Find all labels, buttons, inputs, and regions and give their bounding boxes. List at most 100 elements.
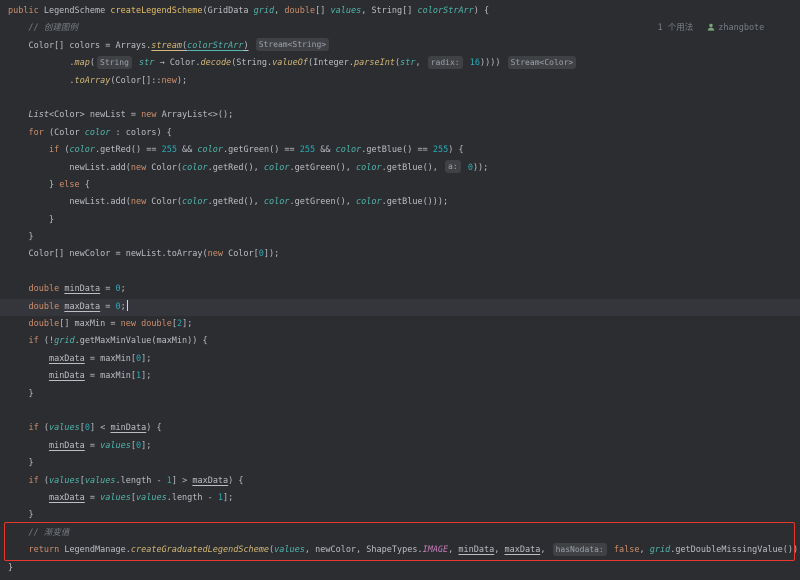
code-token: toArray	[75, 76, 111, 86]
code-token: }	[8, 563, 13, 573]
code-token: .getGreen(),	[290, 163, 357, 173]
code-token: if	[28, 476, 38, 486]
code-token: ,	[540, 545, 550, 555]
code-token: str	[400, 58, 415, 68]
code-line[interactable]: }	[0, 212, 800, 229]
code-line[interactable]: maxData = values[values.length - 1];	[0, 490, 800, 507]
code-token: .getBlue(),	[382, 163, 443, 173]
code-line[interactable]: if (color.getRed() == 255 && color.getGr…	[0, 142, 800, 159]
code-token: []	[315, 6, 330, 16]
code-token: ];	[141, 441, 151, 451]
code-token: createLegendScheme	[110, 6, 202, 16]
code-line[interactable]: }	[0, 229, 800, 246]
code-line[interactable]: minData = maxMin[1];	[0, 368, 800, 385]
code-token: ,	[415, 58, 425, 68]
code-token: List	[28, 110, 48, 120]
code-token: }	[8, 510, 34, 520]
code-line[interactable]	[0, 403, 800, 420]
code-token: ,	[448, 545, 458, 555]
code-line[interactable]: }	[0, 455, 800, 472]
usages-count-hint[interactable]: 1 个用法	[657, 23, 693, 33]
inlay-hint-chip: hasNodata:	[553, 543, 607, 556]
code-token: color	[356, 197, 382, 207]
code-line[interactable]: List<Color> newList = new ArrayList<>();	[0, 107, 800, 124]
code-token: double	[141, 319, 172, 329]
code-token: ) {	[228, 476, 243, 486]
code-line[interactable]: double maxData = 0;	[0, 299, 800, 316]
code-token: values	[274, 545, 305, 555]
code-token: , String[]	[361, 6, 417, 16]
code-line[interactable]: }	[0, 507, 800, 524]
code-line[interactable]: .toArray(Color[]::new);	[0, 73, 800, 90]
code-token: new	[131, 163, 146, 173]
code-token: 255	[162, 145, 177, 155]
code-token: = maxMin[	[85, 371, 136, 381]
code-token: values	[136, 493, 167, 503]
code-token: .getMaxMinValue(maxMin)) {	[75, 336, 208, 346]
code-line[interactable]: minData = values[0];	[0, 438, 800, 455]
code-token: values	[330, 6, 361, 16]
code-token: .getGreen() ==	[223, 145, 300, 155]
code-token: IMAGE	[423, 545, 449, 555]
code-token: → Color.	[154, 58, 200, 68]
inlay-hint-chip: Stream<String>	[256, 38, 329, 51]
code-token: maxData	[49, 493, 85, 503]
code-token: ] >	[172, 476, 192, 486]
code-token: for	[28, 128, 43, 138]
code-line[interactable]: newList.add(new Color(color.getRed(), co…	[0, 160, 800, 177]
inlay-hint-chip: radix:	[428, 56, 463, 69]
code-line[interactable]	[0, 264, 800, 281]
code-line[interactable]: .map(String str → Color.decode(String.va…	[0, 55, 800, 72]
code-editor[interactable]: 1 个用法zhangbote public LegendScheme creat…	[0, 0, 800, 580]
code-line[interactable]: double[] maxMin = new double[2];	[0, 316, 800, 333]
code-line[interactable]: // 渐变值	[0, 525, 800, 542]
code-token: colorStrArr	[418, 6, 474, 16]
code-token: return	[28, 545, 59, 555]
code-token: grid	[254, 6, 274, 16]
code-line[interactable]: double minData = 0;	[0, 281, 800, 298]
code-token	[8, 354, 49, 364]
code-line[interactable]: }	[0, 386, 800, 403]
code-token: values	[49, 423, 80, 433]
author-attribution[interactable]: zhangbote	[707, 23, 764, 33]
code-line[interactable]: Color[] newColor = newList.toArray(new C…	[0, 246, 800, 263]
inlay-hint-chip: a:	[445, 160, 461, 173]
code-token	[8, 371, 49, 381]
code-token: decode	[200, 58, 231, 68]
code-token: [] maxMin =	[59, 319, 120, 329]
code-token: (String.	[231, 58, 272, 68]
code-token: Color(	[146, 197, 182, 207]
code-token: maxData	[192, 476, 228, 486]
code-line[interactable]: if (values[values.length - 1] > maxData)…	[0, 473, 800, 490]
code-line[interactable]: return LegendManage.createGraduatedLegen…	[0, 542, 800, 559]
code-token: double	[28, 284, 59, 294]
code-line[interactable]: } else {	[0, 177, 800, 194]
code-token: ) {	[146, 423, 161, 433]
code-token: if	[28, 336, 38, 346]
code-token: &&	[177, 145, 197, 155]
code-token: ];	[182, 319, 192, 329]
inlay-hint-chip: Stream<Color>	[508, 56, 577, 69]
code-token: if	[28, 423, 38, 433]
code-token: values	[49, 476, 80, 486]
code-line[interactable]: maxData = maxMin[0];	[0, 351, 800, 368]
code-token: Color[] colors = Arrays.	[8, 41, 151, 51]
code-line[interactable]: }	[0, 560, 800, 577]
code-token: .getRed(),	[208, 197, 264, 207]
code-vision[interactable]: 1 个用法zhangbote	[637, 3, 764, 20]
code-token: .	[8, 76, 75, 86]
code-line[interactable]: if (values[0] < minData) {	[0, 420, 800, 437]
code-line[interactable]: newList.add(new Color(color.getRed(), co…	[0, 194, 800, 211]
code-token: =	[100, 284, 115, 294]
code-token: Color(	[146, 163, 182, 173]
code-token: Color[	[223, 249, 259, 259]
code-token: minData	[49, 371, 85, 381]
code-line[interactable]	[0, 90, 800, 107]
code-line[interactable]: for (Color color : colors) {	[0, 125, 800, 142]
code-token: grid	[54, 336, 74, 346]
code-token: LegendManage.	[59, 545, 131, 555]
code-line[interactable]: if (!grid.getMaxMinValue(maxMin)) {	[0, 333, 800, 350]
code-token: new	[162, 76, 177, 86]
code-token: : colors) {	[110, 128, 171, 138]
code-line[interactable]: Color[] colors = Arrays.stream(colorStrA…	[0, 38, 800, 55]
